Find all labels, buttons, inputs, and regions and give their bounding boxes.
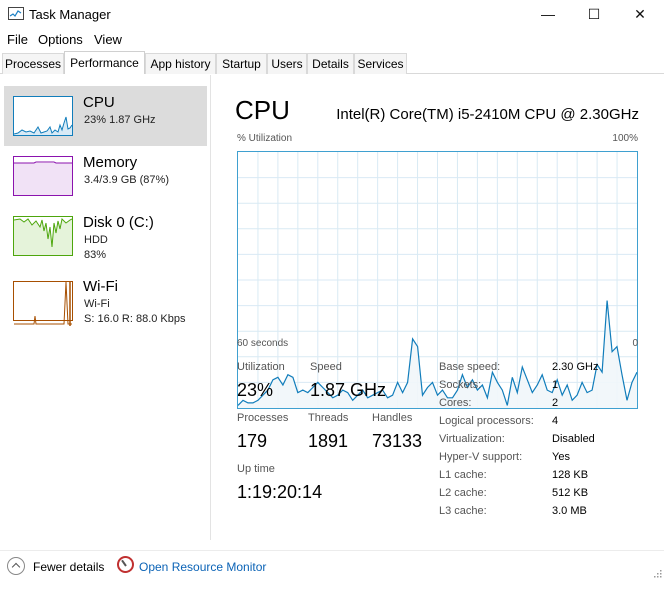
minimize-button[interactable]: — bbox=[525, 0, 571, 28]
threads-value: 1891 bbox=[308, 431, 349, 451]
spec-label-l1-cache: L1 cache: bbox=[439, 469, 487, 481]
sidebar-item-detail: HDD bbox=[84, 234, 108, 246]
fewer-details-button[interactable]: Fewer details bbox=[33, 560, 104, 574]
open-resource-monitor-link[interactable]: Open Resource Monitor bbox=[139, 560, 266, 574]
resize-grip-icon[interactable] bbox=[653, 569, 662, 578]
tab-performance[interactable]: Performance bbox=[64, 51, 145, 74]
sidebar-item-detail: 23% 1.87 GHz bbox=[84, 114, 156, 126]
graph-y-max-label: 100% bbox=[612, 133, 638, 144]
spec-value-l3-cache: 3.0 MB bbox=[552, 505, 587, 517]
cpu-model-name: Intel(R) Core(TM) i5-2410M CPU @ 2.30GHz bbox=[336, 106, 639, 123]
cpu-detail-panel: CPU Intel(R) Core(TM) i5-2410M CPU @ 2.3… bbox=[212, 75, 664, 540]
resource-sidebar: CPU 23% 1.87 GHz Memory 3.4/3.9 GB (87%)… bbox=[0, 75, 211, 540]
tab-app-history[interactable]: App history bbox=[145, 53, 216, 74]
tab-users[interactable]: Users bbox=[267, 53, 307, 74]
speed-label: Speed bbox=[310, 361, 342, 373]
maximize-button[interactable]: ☐ bbox=[571, 0, 617, 28]
sidebar-item-detail-2: 83% bbox=[84, 249, 107, 261]
handles-label: Handles bbox=[372, 412, 413, 424]
utilization-value: 23% bbox=[237, 380, 274, 400]
page-title: CPU bbox=[235, 95, 290, 125]
handles-value: 73133 bbox=[372, 431, 423, 451]
menu-options[interactable]: Options bbox=[38, 32, 83, 47]
threads-label: Threads bbox=[308, 412, 349, 424]
sidebar-item-detail: 3.4/3.9 GB (87%) bbox=[84, 174, 169, 186]
tab-processes[interactable]: Processes bbox=[2, 53, 64, 74]
footer-bar: Fewer details Open Resource Monitor bbox=[0, 550, 664, 580]
sidebar-item-title: Wi-Fi bbox=[83, 278, 118, 295]
tab-services[interactable]: Services bbox=[354, 53, 407, 74]
window-title: Task Manager bbox=[29, 7, 111, 22]
spec-label-l2-cache: L2 cache: bbox=[439, 487, 487, 499]
chevron-up-icon[interactable] bbox=[7, 557, 25, 575]
spec-value-cores: 2 bbox=[552, 397, 559, 409]
sidebar-item-title: Memory bbox=[83, 154, 138, 171]
speed-value: 1.87 GHz bbox=[310, 380, 387, 400]
title-bar: Task Manager — ☐ ✕ bbox=[0, 0, 664, 28]
spec-value-virtualization: Disabled bbox=[552, 433, 595, 445]
spec-value-hyper-v: Yes bbox=[552, 451, 570, 463]
spec-label-base-speed: Base speed: bbox=[439, 361, 501, 373]
spec-label-cores: Cores: bbox=[439, 397, 472, 409]
maximize-icon: ☐ bbox=[587, 5, 601, 22]
close-button[interactable]: ✕ bbox=[617, 0, 663, 28]
wifi-thumbnail-graph bbox=[13, 281, 73, 326]
utilization-label: Utilization bbox=[237, 361, 285, 373]
menu-file[interactable]: File bbox=[7, 32, 28, 47]
spec-label-virtualization: Virtualization: bbox=[439, 433, 505, 445]
sidebar-item-cpu[interactable]: CPU 23% 1.87 GHz bbox=[4, 86, 207, 146]
sidebar-item-wifi[interactable]: Wi-Fi Wi-Fi S: 16.0 R: 88.0 Kbps bbox=[4, 271, 207, 331]
sidebar-item-detail-2: S: 16.0 R: 88.0 Kbps bbox=[84, 313, 186, 325]
tab-startup[interactable]: Startup bbox=[216, 53, 267, 74]
spec-value-logical-processors: 4 bbox=[552, 415, 559, 427]
sidebar-item-title: CPU bbox=[83, 94, 115, 111]
sidebar-item-detail: Wi-Fi bbox=[84, 298, 110, 310]
close-icon: ✕ bbox=[634, 5, 646, 22]
spec-label-sockets: Sockets: bbox=[439, 379, 482, 391]
memory-thumbnail-graph bbox=[13, 156, 73, 196]
graph-x-right-label: 0 bbox=[632, 338, 638, 349]
resource-monitor-icon[interactable] bbox=[117, 556, 134, 573]
disk-thumbnail-graph bbox=[13, 216, 73, 256]
tab-details[interactable]: Details bbox=[307, 53, 354, 74]
sidebar-item-memory[interactable]: Memory 3.4/3.9 GB (87%) bbox=[4, 146, 207, 206]
processes-label: Processes bbox=[237, 412, 289, 424]
spec-label-logical-processors: Logical processors: bbox=[439, 415, 534, 427]
tab-strip: Processes Performance App history Startu… bbox=[0, 51, 664, 74]
spec-value-base-speed: 2.30 GHz bbox=[552, 361, 599, 373]
cpu-thumbnail-graph bbox=[13, 96, 73, 136]
graph-x-left-label: 60 seconds bbox=[237, 338, 289, 349]
sidebar-item-title: Disk 0 (C:) bbox=[83, 214, 154, 231]
spec-value-sockets: 1 bbox=[552, 379, 559, 391]
graph-y-label: % Utilization bbox=[237, 133, 293, 144]
spec-label-l3-cache: L3 cache: bbox=[439, 505, 487, 517]
uptime-value: 1:19:20:14 bbox=[237, 482, 323, 502]
spec-label-hyper-v: Hyper-V support: bbox=[439, 451, 523, 463]
uptime-label: Up time bbox=[237, 463, 275, 475]
processes-value: 179 bbox=[237, 431, 268, 451]
sidebar-item-disk[interactable]: Disk 0 (C:) HDD 83% bbox=[4, 206, 207, 266]
minimize-icon: — bbox=[541, 6, 555, 22]
task-manager-icon bbox=[8, 7, 24, 20]
spec-value-l1-cache: 128 KB bbox=[552, 469, 589, 481]
spec-value-l2-cache: 512 KB bbox=[552, 487, 589, 499]
menu-view[interactable]: View bbox=[94, 32, 122, 47]
